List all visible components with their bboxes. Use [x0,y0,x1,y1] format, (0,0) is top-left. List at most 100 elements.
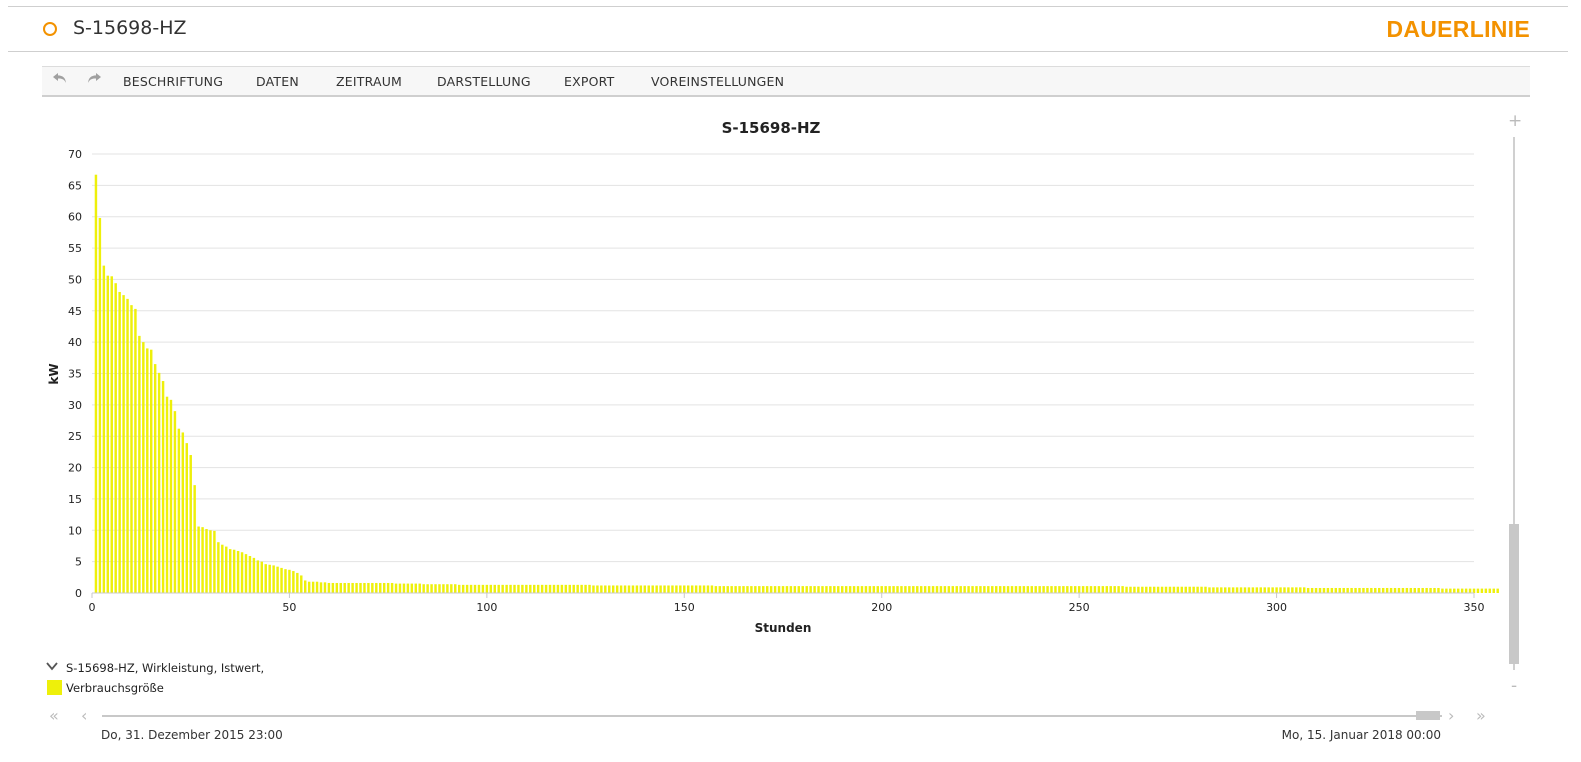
legend-swatch[interactable] [47,680,62,695]
bar[interactable] [533,584,536,593]
bar[interactable] [1484,588,1488,593]
bar[interactable] [1279,587,1282,593]
bar[interactable] [197,526,200,593]
bar[interactable] [1496,588,1499,593]
bar[interactable] [1397,587,1401,593]
bar[interactable] [627,585,631,593]
bar[interactable] [1054,586,1057,593]
bar[interactable] [169,399,173,593]
bar[interactable] [1255,587,1259,593]
bar[interactable] [1046,586,1049,593]
bar[interactable] [1449,588,1452,593]
chevron-down-icon[interactable] [46,660,58,674]
bar[interactable] [1445,588,1448,593]
bar[interactable] [1192,586,1195,593]
bar[interactable] [371,582,374,593]
bar[interactable] [1188,586,1191,593]
bar[interactable] [1243,587,1247,593]
bar[interactable] [679,585,682,593]
bar[interactable] [311,581,315,593]
bar[interactable] [726,586,729,593]
bar[interactable] [1429,587,1432,593]
bar[interactable] [860,586,864,593]
bar[interactable] [600,585,603,593]
bar[interactable] [781,586,785,593]
bar[interactable] [1145,586,1148,593]
bar[interactable] [643,585,647,593]
bar[interactable] [410,583,414,593]
bar[interactable] [588,584,591,593]
bar[interactable] [1468,588,1472,593]
bar[interactable] [1160,586,1164,593]
bar[interactable] [837,586,840,593]
bar[interactable] [1381,587,1385,593]
bar[interactable] [418,583,421,593]
bar[interactable] [1263,587,1266,593]
bar[interactable] [797,586,801,593]
bar[interactable] [284,569,287,593]
bar[interactable] [687,585,690,593]
bar[interactable] [904,586,907,593]
bar[interactable] [446,584,449,593]
bar[interactable] [1251,587,1255,593]
bar[interactable] [1322,587,1326,593]
zoom-slider-handle[interactable] [1509,524,1519,664]
bar[interactable] [1259,587,1262,593]
bar[interactable] [576,584,579,593]
bar[interactable] [556,584,560,593]
bar[interactable] [651,585,654,593]
bar[interactable] [1227,587,1231,593]
bar[interactable] [1212,587,1215,593]
bar[interactable] [876,586,879,593]
bar[interactable] [505,584,508,593]
bar[interactable] [659,585,662,593]
bar[interactable] [1113,586,1116,593]
bar[interactable] [386,582,390,593]
bar[interactable] [1050,586,1053,593]
bar[interactable] [967,586,970,593]
bar[interactable] [106,275,110,593]
bar[interactable] [935,586,939,593]
bar[interactable] [268,564,271,593]
bar[interactable] [1176,586,1180,593]
bar[interactable] [639,585,643,593]
bar[interactable] [1042,586,1045,593]
bar[interactable] [1164,586,1168,593]
bar[interactable] [1362,587,1365,593]
bar[interactable] [248,556,252,593]
bar[interactable] [406,583,410,593]
bar[interactable] [825,586,828,593]
bar[interactable] [1038,586,1041,593]
bar[interactable] [1287,587,1290,593]
menu-zeitraum[interactable]: ZEITRAUM [336,74,402,89]
bar[interactable] [809,586,812,593]
navigate-next-icon[interactable]: › [1448,706,1454,725]
bar[interactable] [240,552,244,593]
bar[interactable] [1460,588,1464,593]
bar[interactable] [947,586,951,593]
bar[interactable] [1417,587,1420,593]
bar[interactable] [833,586,836,593]
bar[interactable] [438,584,441,593]
bar[interactable] [236,550,240,593]
bar[interactable] [473,584,477,593]
bar[interactable] [1291,587,1294,593]
bar[interactable] [884,586,887,593]
menu-darstellung[interactable]: DARSTELLUNG [437,74,531,89]
bar[interactable] [631,585,635,593]
bar[interactable] [509,584,512,593]
bar[interactable] [544,584,548,593]
bar[interactable] [908,586,911,593]
bar[interactable] [1231,587,1235,593]
bar[interactable] [1318,587,1322,593]
bar[interactable] [134,308,137,593]
bar[interactable] [1476,588,1480,593]
bar[interactable] [319,582,323,593]
bar[interactable] [536,584,540,593]
bar[interactable] [943,586,947,593]
bar[interactable] [615,585,619,593]
bar[interactable] [1306,587,1310,593]
bar[interactable] [1180,586,1184,593]
bar[interactable] [1401,587,1405,593]
bar[interactable] [402,583,406,593]
